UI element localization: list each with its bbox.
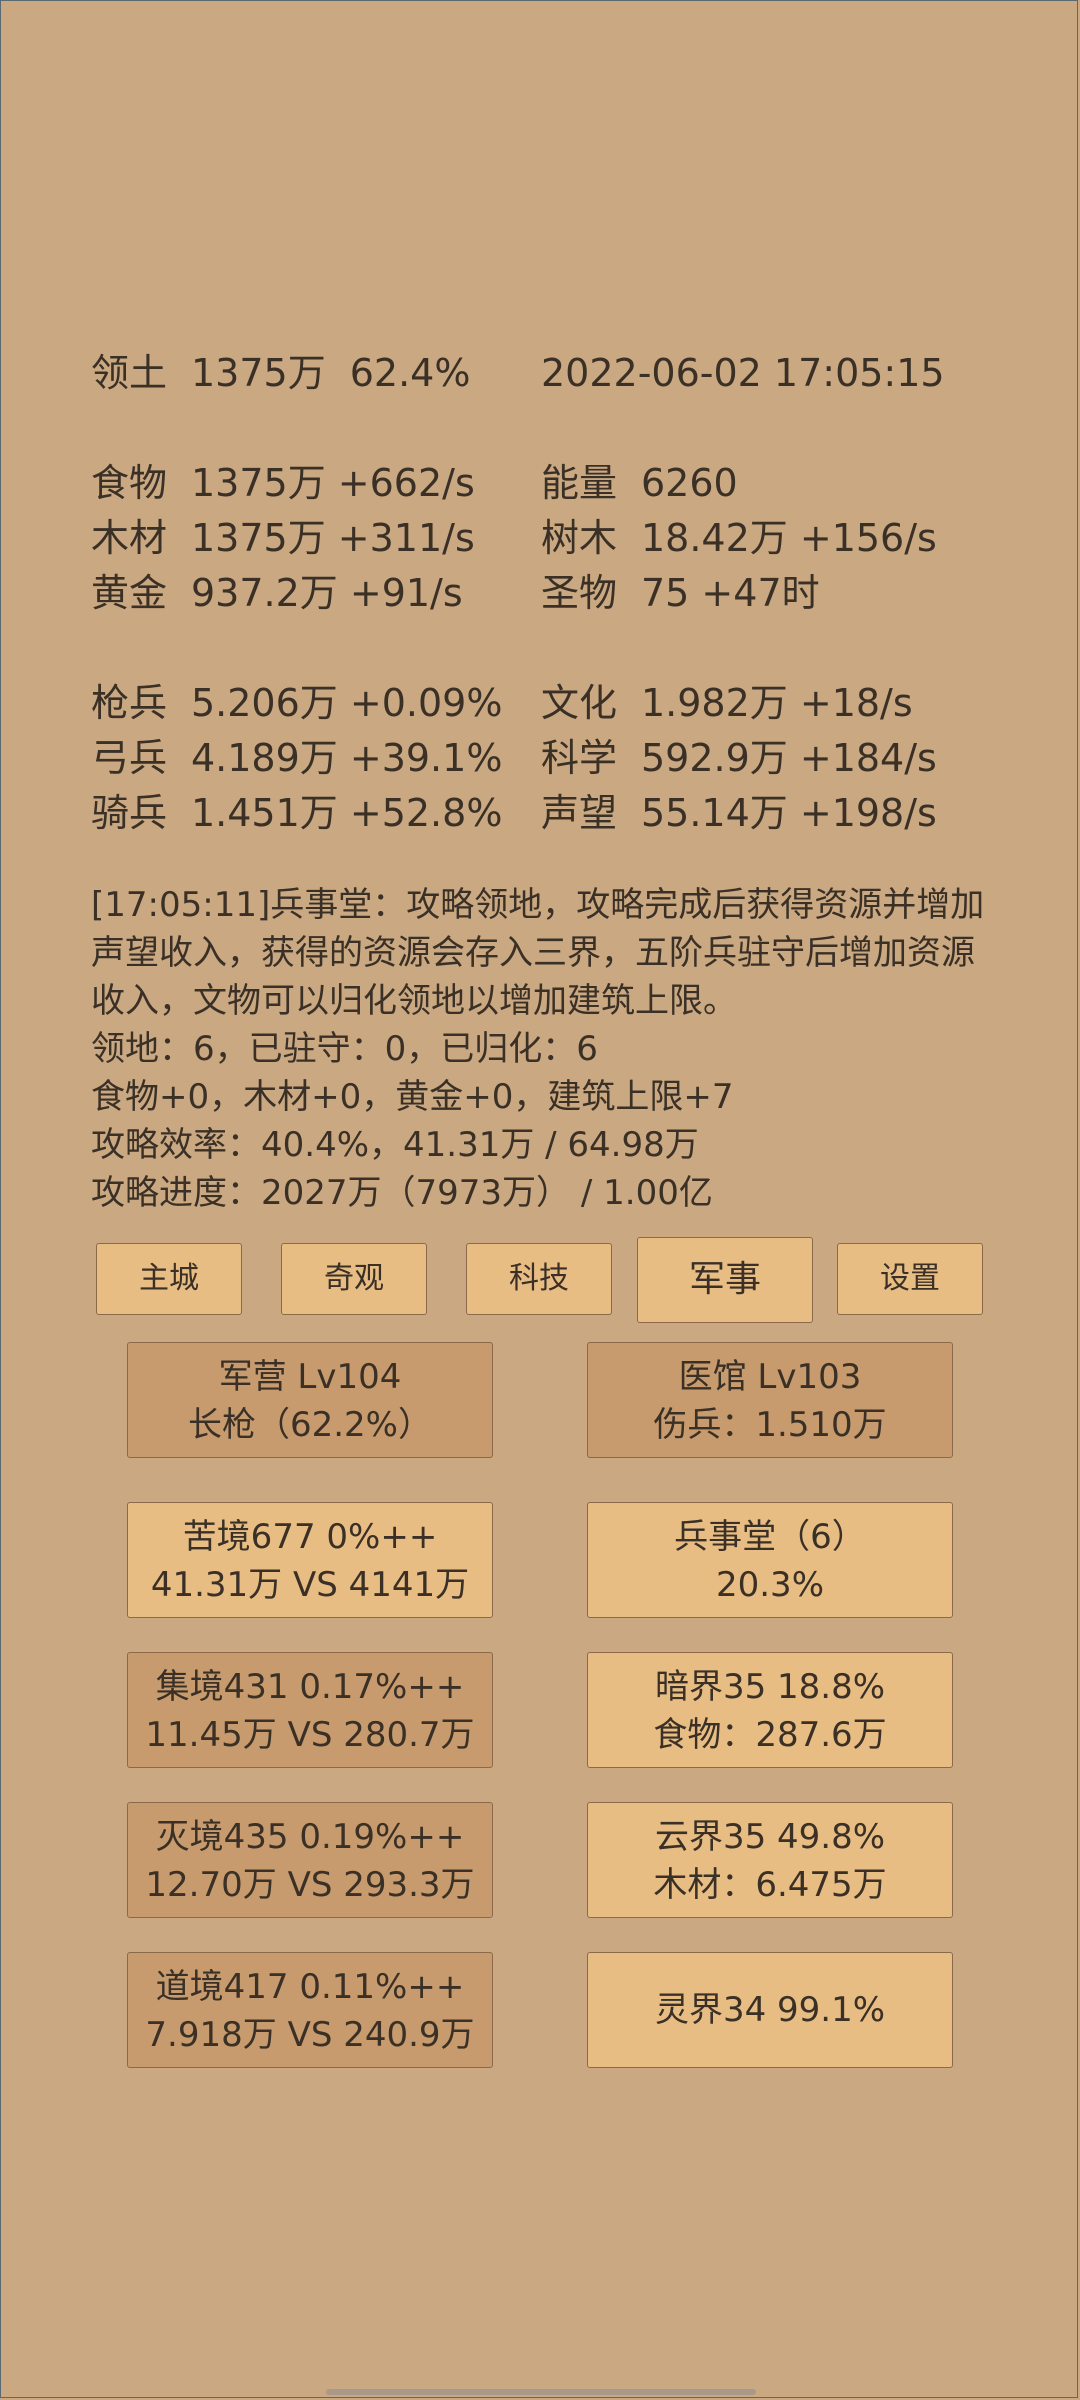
tab-main-city[interactable]: 主城 bbox=[96, 1243, 242, 1315]
tab-bar: 主城 奇观 科技 军事 设置 bbox=[1, 1237, 1077, 1327]
card-title: 灭境435 0.19%++ bbox=[155, 1817, 465, 1857]
stat-value: 1375万 +311/s bbox=[191, 516, 475, 560]
territory-label: 领土 bbox=[91, 351, 168, 395]
jijing-card[interactable]: 集境431 0.17%++ 11.45万 VS 280.7万 bbox=[127, 1652, 493, 1768]
territory-stat: 领土 1375万 62.4% bbox=[91, 345, 470, 401]
miejing-card[interactable]: 灭境435 0.19%++ 12.70万 VS 293.3万 bbox=[127, 1802, 493, 1918]
stat-gold: 黄金 937.2万 +91/s bbox=[91, 565, 463, 621]
stat-value: 1.982万 +18/s bbox=[641, 681, 913, 725]
stat-value: 937.2万 +91/s bbox=[191, 571, 463, 615]
daojing-card[interactable]: 道境417 0.11%++ 7.918万 VS 240.9万 bbox=[127, 1952, 493, 2068]
troop-row-3: 骑兵 1.451万 +52.8% 声望 55.14万 +198/s bbox=[1, 785, 1077, 841]
card-title: 苦境677 0%++ bbox=[182, 1517, 438, 1557]
stat-science: 科学 592.9万 +184/s bbox=[541, 730, 937, 786]
resource-row-2: 木材 1375万 +311/s 树木 18.42万 +156/s bbox=[1, 510, 1077, 566]
home-indicator[interactable] bbox=[326, 2389, 756, 2395]
stat-label: 文化 bbox=[541, 681, 618, 725]
stat-prestige: 声望 55.14万 +198/s bbox=[541, 785, 937, 841]
stat-value: 75 +47时 bbox=[641, 571, 820, 615]
tab-settings[interactable]: 设置 bbox=[837, 1243, 983, 1315]
tab-military[interactable]: 军事 bbox=[637, 1237, 813, 1323]
anjie-card[interactable]: 暗界35 18.8% 食物：287.6万 bbox=[587, 1652, 953, 1768]
card-detail: 伤兵：1.510万 bbox=[653, 1405, 887, 1445]
stat-label: 枪兵 bbox=[91, 681, 168, 725]
stat-cavalry: 骑兵 1.451万 +52.8% bbox=[91, 785, 502, 841]
stat-label: 能量 bbox=[541, 461, 618, 505]
game-screen: 领土 1375万 62.4% 2022-06-02 17:05:15 食物 1375万… bbox=[0, 0, 1078, 2398]
log-bonus: 食物+0，木材+0，黄金+0，建筑上限+7 bbox=[91, 1077, 734, 1117]
card-title: 集境431 0.17%++ bbox=[155, 1667, 465, 1707]
card-title: 军营 Lv104 bbox=[218, 1357, 402, 1397]
card-detail: 41.31万 VS 4141万 bbox=[150, 1565, 470, 1605]
stat-label: 骑兵 bbox=[91, 791, 168, 835]
log-efficiency: 攻略效率：40.4%，41.31万 / 64.98万 bbox=[91, 1125, 699, 1165]
stat-label: 树木 bbox=[541, 516, 618, 560]
resource-row-3: 黄金 937.2万 +91/s 圣物 75 +47时 bbox=[1, 565, 1077, 621]
card-detail: 食物：287.6万 bbox=[653, 1715, 887, 1755]
clinic-card[interactable]: 医馆 Lv103 伤兵：1.510万 bbox=[587, 1342, 953, 1458]
stat-label: 黄金 bbox=[91, 571, 168, 615]
stat-value: 55.14万 +198/s bbox=[641, 791, 937, 835]
log-progress: 攻略进度：2027万（7973万） / 1.00亿 bbox=[91, 1173, 713, 1213]
card-detail: 长枪（62.2%） bbox=[187, 1405, 432, 1445]
card-title: 道境417 0.11%++ bbox=[155, 1967, 465, 2007]
card-title: 云界35 49.8% bbox=[654, 1817, 886, 1857]
stat-value: 18.42万 +156/s bbox=[641, 516, 937, 560]
barracks-card[interactable]: 军营 Lv104 长枪（62.2%） bbox=[127, 1342, 493, 1458]
tab-wonders[interactable]: 奇观 bbox=[281, 1243, 427, 1315]
stat-label: 声望 bbox=[541, 791, 618, 835]
stat-value: 4.189万 +39.1% bbox=[191, 736, 503, 780]
card-title: 灵界34 99.1% bbox=[654, 1990, 886, 2030]
stat-energy: 能量 6260 bbox=[541, 455, 738, 511]
stat-value: 5.206万 +0.09% bbox=[191, 681, 503, 725]
card-title: 兵事堂（6） bbox=[674, 1517, 866, 1557]
card-detail: 7.918万 VS 240.9万 bbox=[145, 2015, 475, 2055]
territory-value: 1375万 bbox=[191, 351, 326, 395]
card-detail: 20.3% bbox=[715, 1565, 824, 1605]
stat-label: 木材 bbox=[91, 516, 168, 560]
log-message: [17:05:11]兵事堂：攻略领地，攻略完成后获得资源并增加声望收入，获得的资… bbox=[91, 885, 985, 1021]
header-row: 领土 1375万 62.4% 2022-06-02 17:05:15 bbox=[1, 345, 1077, 401]
resource-row-1: 食物 1375万 +662/s 能量 6260 bbox=[1, 455, 1077, 511]
card-detail: 12.70万 VS 293.3万 bbox=[145, 1865, 475, 1905]
stat-value: 592.9万 +184/s bbox=[641, 736, 937, 780]
stat-wood: 木材 1375万 +311/s bbox=[91, 510, 475, 566]
stat-label: 科学 bbox=[541, 736, 618, 780]
tab-technology[interactable]: 科技 bbox=[466, 1243, 612, 1315]
yunjie-card[interactable]: 云界35 49.8% 木材：6.475万 bbox=[587, 1802, 953, 1918]
kujing-card[interactable]: 苦境677 0%++ 41.31万 VS 4141万 bbox=[127, 1502, 493, 1618]
stat-culture: 文化 1.982万 +18/s bbox=[541, 675, 913, 731]
stat-spearmen: 枪兵 5.206万 +0.09% bbox=[91, 675, 502, 731]
troop-row-1: 枪兵 5.206万 +0.09% 文化 1.982万 +18/s bbox=[1, 675, 1077, 731]
stat-trees: 树木 18.42万 +156/s bbox=[541, 510, 937, 566]
stat-label: 食物 bbox=[91, 461, 168, 505]
territory-pct: 62.4% bbox=[349, 351, 471, 395]
stat-value: 1375万 +662/s bbox=[191, 461, 475, 505]
stat-relics: 圣物 75 +47时 bbox=[541, 565, 820, 621]
stat-value: 1.451万 +52.8% bbox=[191, 791, 503, 835]
stat-food: 食物 1375万 +662/s bbox=[91, 455, 475, 511]
card-detail: 11.45万 VS 280.7万 bbox=[145, 1715, 475, 1755]
message-log: [17:05:11]兵事堂：攻略领地，攻略完成后获得资源并增加声望收入，获得的资… bbox=[91, 881, 991, 1217]
lingjie-card[interactable]: 灵界34 99.1% bbox=[587, 1952, 953, 2068]
card-title: 暗界35 18.8% bbox=[654, 1667, 886, 1707]
card-title: 医馆 Lv103 bbox=[678, 1357, 862, 1397]
stat-value: 6260 bbox=[641, 461, 738, 505]
card-detail: 木材：6.475万 bbox=[653, 1865, 887, 1905]
stat-label: 圣物 bbox=[541, 571, 618, 615]
stat-label: 弓兵 bbox=[91, 736, 168, 780]
datetime: 2022-06-02 17:05:15 bbox=[541, 351, 945, 395]
troop-row-2: 弓兵 4.189万 +39.1% 科学 592.9万 +184/s bbox=[1, 730, 1077, 786]
stat-archers: 弓兵 4.189万 +39.1% bbox=[91, 730, 502, 786]
bingshitang-card[interactable]: 兵事堂（6） 20.3% bbox=[587, 1502, 953, 1618]
log-territory-status: 领地：6，已驻守：0，已归化：6 bbox=[91, 1029, 598, 1069]
